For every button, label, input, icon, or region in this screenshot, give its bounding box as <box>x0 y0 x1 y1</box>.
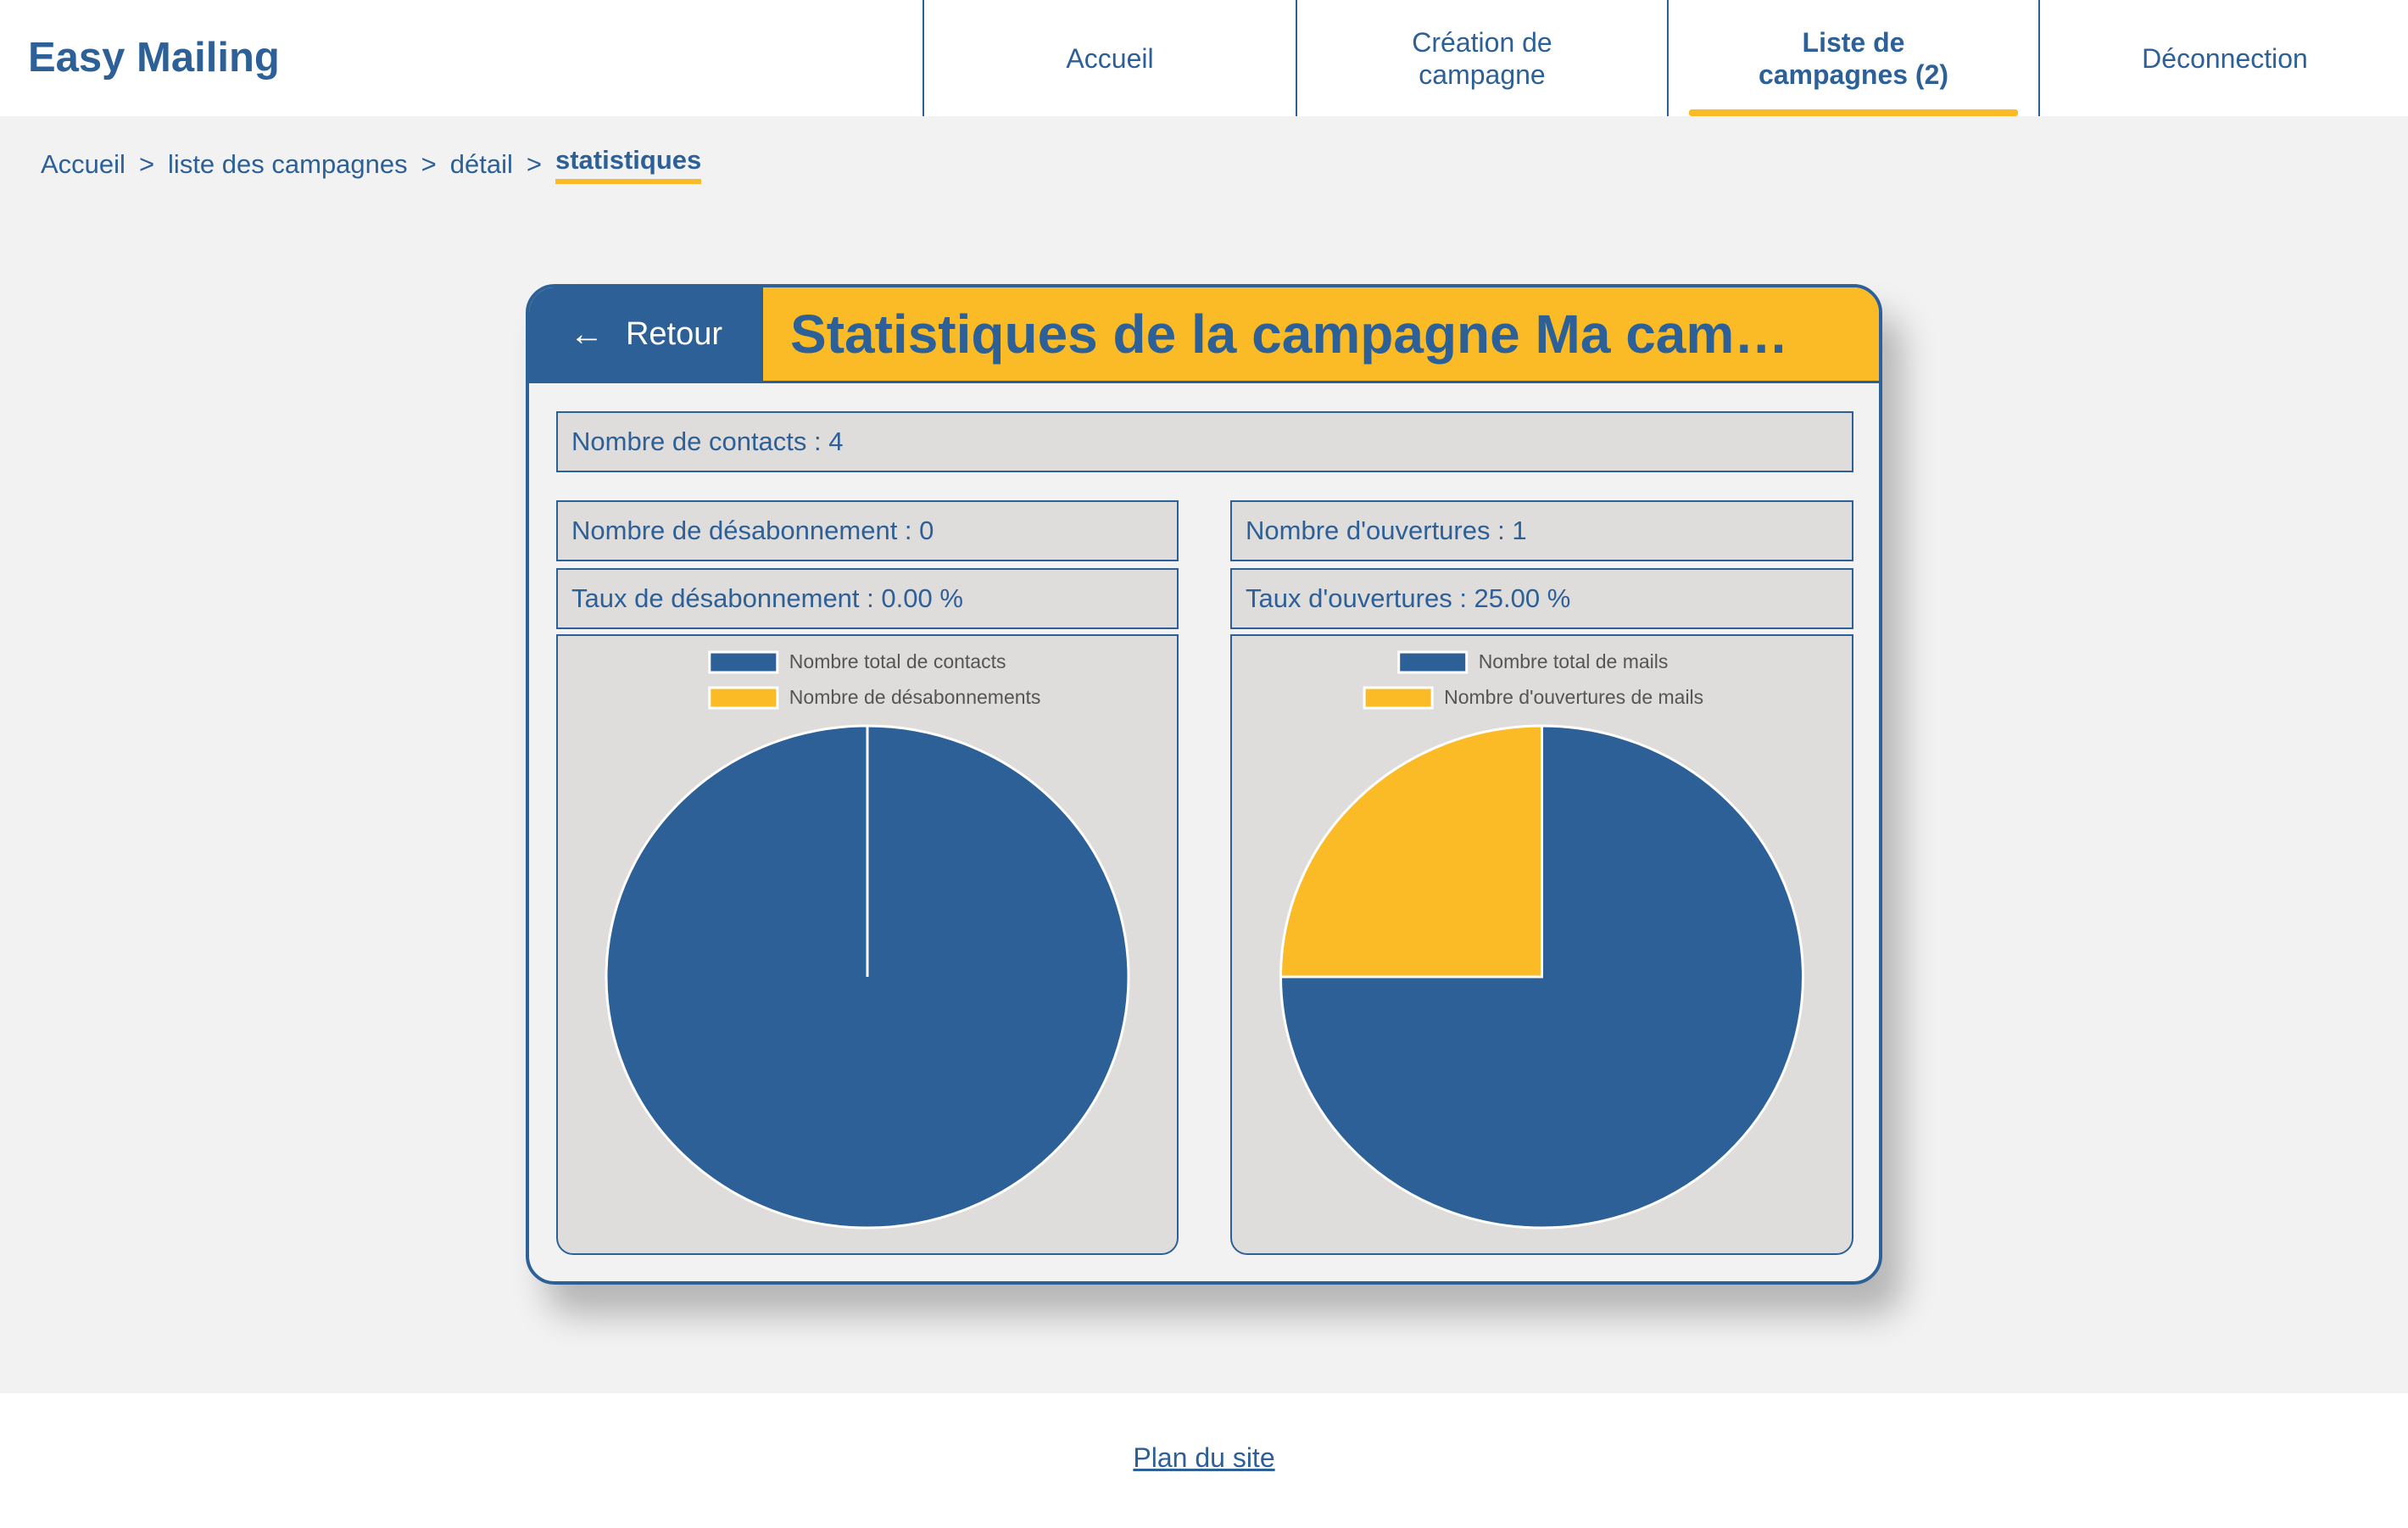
legend-swatch[interactable] <box>1397 650 1469 674</box>
top-header: Easy Mailing Accueil Création de campagn… <box>0 0 2408 116</box>
opens-chart-panel: Nombre total de mails Nombre d'ouvertures… <box>1230 634 1853 1255</box>
nav-item-deconnection[interactable]: Déconnection <box>2038 0 2408 116</box>
main-content: Accueil > liste des campagnes > détail >… <box>0 116 2408 1393</box>
pie-slice[interactable] <box>1279 724 1543 979</box>
stat-unsubscribe-rate: Taux de désabonnement : 0.00 % <box>556 568 1179 629</box>
breadcrumb-separator: > <box>421 149 437 179</box>
breadcrumb-detail[interactable]: détail <box>450 149 513 180</box>
breadcrumb-separator: > <box>138 149 155 179</box>
nav-item-liste-campagnes[interactable]: Liste de campagnes (2) <box>1667 0 2038 116</box>
stat-unsubscribes: Nombre de désabonnement : 0 <box>556 500 1179 561</box>
back-label: Retour <box>625 315 723 352</box>
nav-label: Déconnection <box>2142 42 2308 74</box>
stat-open-rate: Taux d'ouvertures : 25.00 % <box>1230 568 1853 629</box>
nav-label: Accueil <box>1066 42 1154 74</box>
legend-label: Nombre d'ouvertures de mails <box>1444 686 1703 708</box>
sitemap-link[interactable]: Plan du site <box>0 1442 2408 1474</box>
breadcrumb-separator: > <box>526 149 542 179</box>
stat-opens: Nombre d'ouvertures : 1 <box>1230 500 1853 561</box>
app-logo[interactable]: Easy Mailing <box>28 34 280 81</box>
legend-label: Nombre de désabonnements <box>789 686 1041 708</box>
legend-swatch[interactable] <box>708 686 779 710</box>
statistics-card: ← Retour Statistiques de la campagne Ma … <box>526 284 1882 1285</box>
unsubscribe-pie-chart: Nombre total de contacts Nombre de désabo… <box>605 650 1130 1230</box>
breadcrumb-accueil[interactable]: Accueil <box>41 149 125 180</box>
card-title: Statistiques de la campagne Ma cam… <box>763 287 1879 381</box>
footer: Plan du site <box>0 1393 2408 1528</box>
legend-label: Nombre total de contacts <box>789 650 1006 672</box>
left-arrow-icon: ← <box>569 315 604 353</box>
breadcrumb: Accueil > liste des campagnes > détail >… <box>41 145 702 184</box>
main-nav: Accueil Création de campagne Liste de ca… <box>923 0 2408 116</box>
opens-pie-chart: Nombre total de mails Nombre d'ouvertures… <box>1279 650 1804 1230</box>
back-button[interactable]: ← Retour <box>529 287 763 381</box>
unsubscribe-chart-panel: Nombre total de contacts Nombre de désabo… <box>556 634 1179 1255</box>
card-header: ← Retour Statistiques de la campagne Ma … <box>529 287 1879 383</box>
nav-label: Création de campagne <box>1412 26 1552 90</box>
nav-item-accueil[interactable]: Accueil <box>923 0 1296 116</box>
breadcrumb-current: statistiques <box>555 145 702 184</box>
legend-swatch[interactable] <box>1363 686 1434 710</box>
nav-label: Liste de campagnes (2) <box>1758 26 1949 90</box>
legend-label: Nombre total de mails <box>1479 650 1669 672</box>
legend-swatch[interactable] <box>708 650 779 674</box>
breadcrumb-liste-campagnes[interactable]: liste des campagnes <box>168 149 408 180</box>
nav-item-creation-campagne[interactable]: Création de campagne <box>1296 0 1667 116</box>
stat-contacts: Nombre de contacts : 4 <box>556 411 1853 472</box>
